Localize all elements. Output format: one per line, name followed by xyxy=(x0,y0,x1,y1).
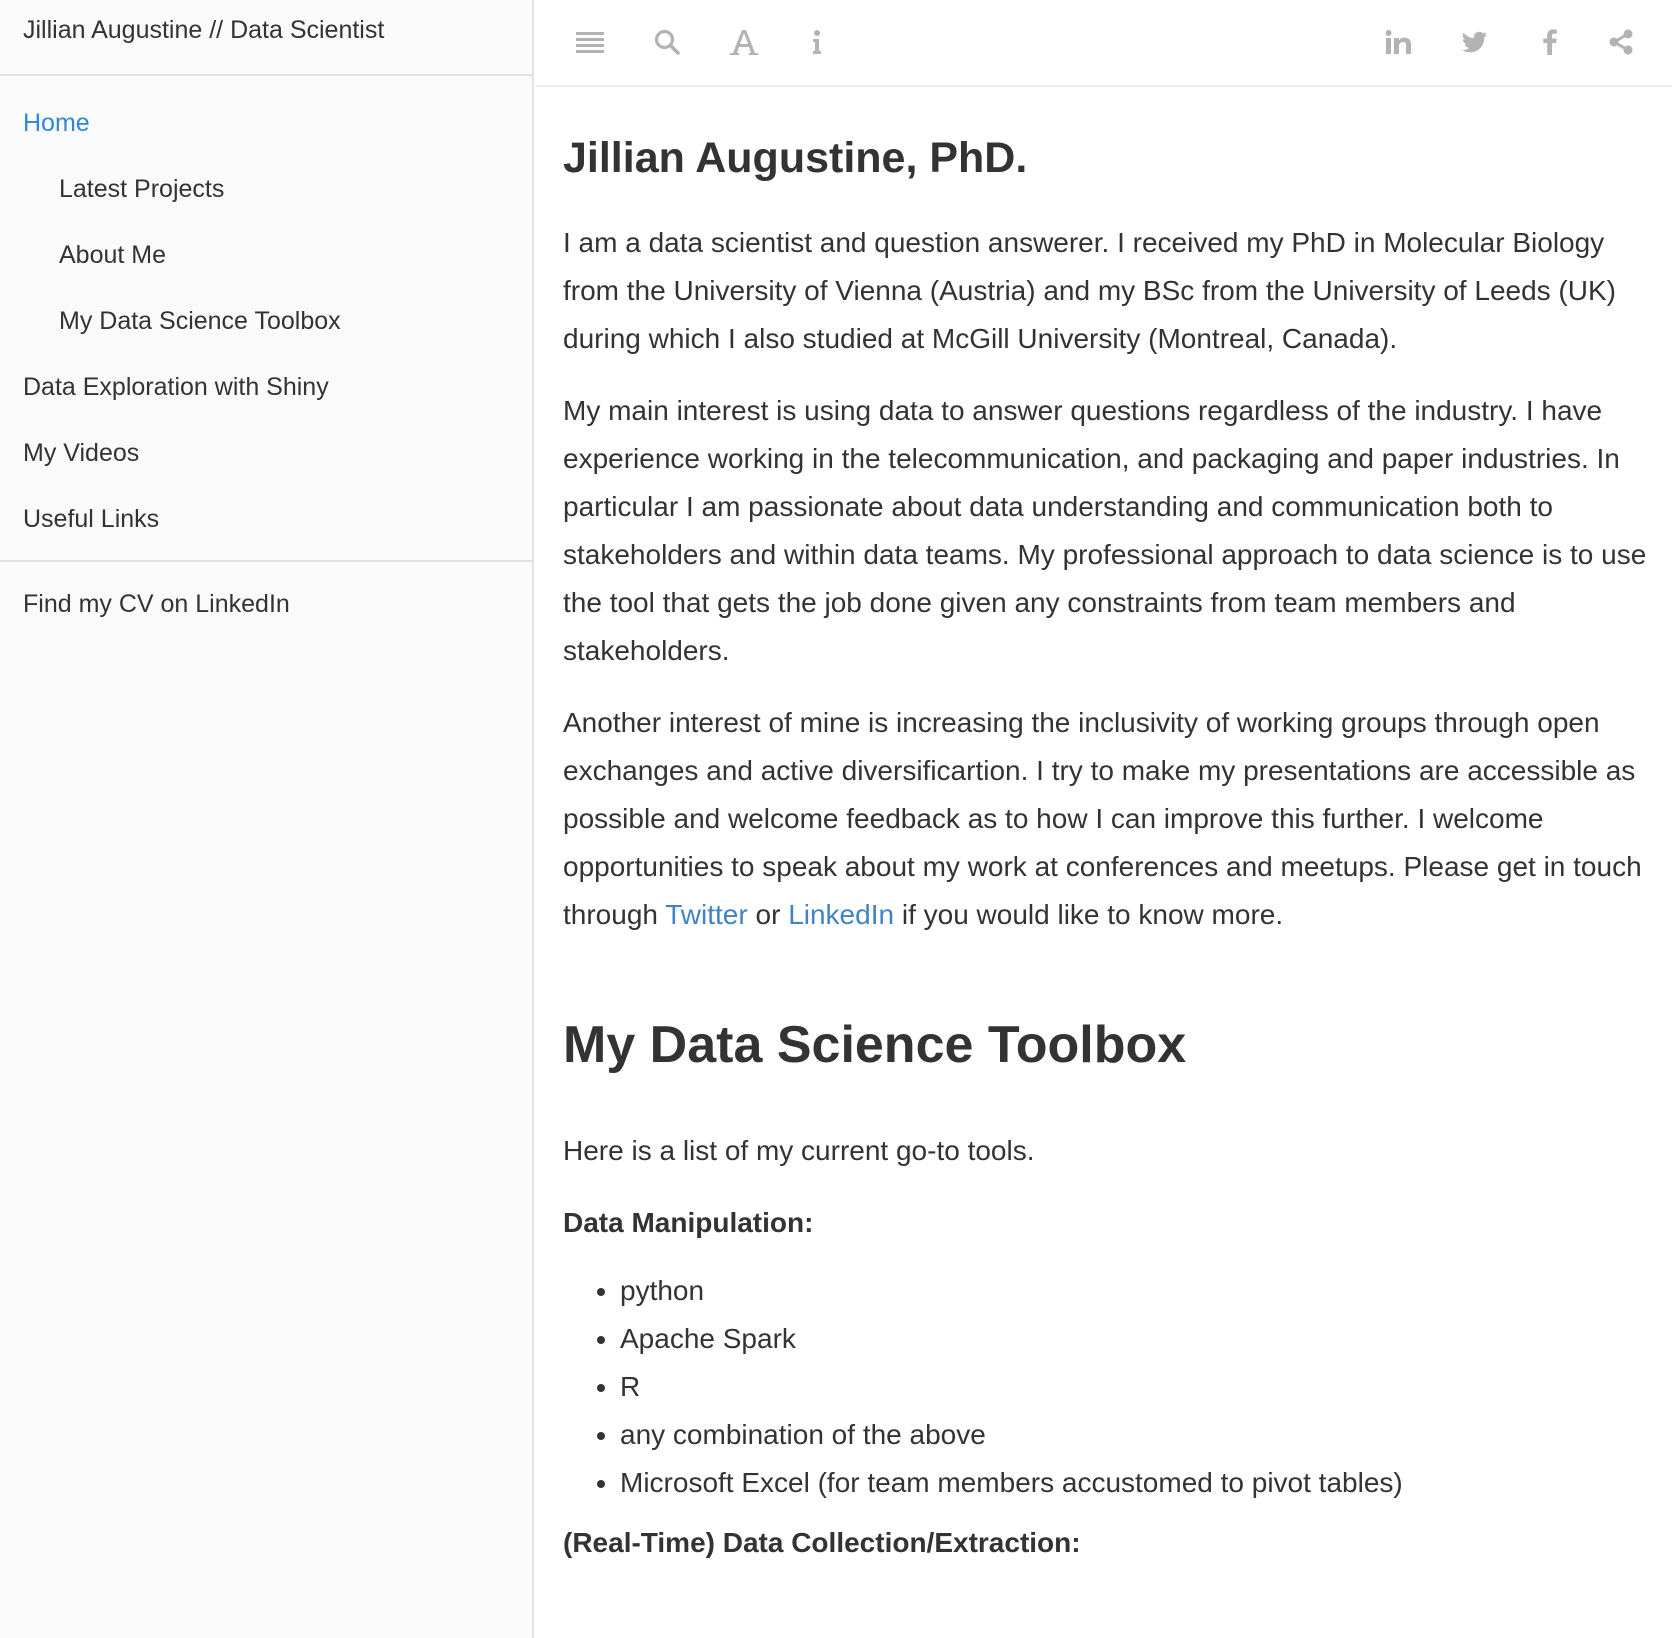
facebook-icon[interactable] xyxy=(1532,24,1568,60)
sidebar-item-videos[interactable]: My Videos xyxy=(0,420,532,486)
sidebar: Jillian Augustine // Data Scientist Home… xyxy=(0,0,534,1638)
data-manipulation-heading: Data Manipulation: xyxy=(563,1207,814,1238)
search-icon[interactable] xyxy=(649,24,685,60)
inclusivity-paragraph: Another interest of mine is increasing t… xyxy=(563,699,1653,939)
info-icon[interactable] xyxy=(799,24,835,60)
data-collection-heading: (Real-Time) Data Collection/Extraction: xyxy=(563,1527,1081,1558)
menu-icon[interactable] xyxy=(572,24,608,60)
interest-paragraph: My main interest is using data to answer… xyxy=(563,395,1647,666)
cv-linkedin-link[interactable]: Find my CV on LinkedIn xyxy=(0,562,532,619)
linkedin-icon[interactable] xyxy=(1381,24,1417,60)
main-content: Jillian Augustine, PhD. I am a data scie… xyxy=(563,87,1653,1567)
list-item: python xyxy=(620,1267,1653,1315)
sidebar-item-home[interactable]: Home xyxy=(0,90,532,156)
list-item: Microsoft Excel (for team members accust… xyxy=(620,1459,1653,1507)
closing-text: if you would like to know more. xyxy=(894,899,1284,930)
inclusivity-text: Another interest of mine is increasing t… xyxy=(563,707,1642,930)
toolbox-intro: Here is a list of my current go-to tools… xyxy=(563,1135,1035,1166)
sidebar-item-useful-links[interactable]: Useful Links xyxy=(0,486,532,552)
list-item: R xyxy=(620,1363,1653,1411)
list-item: any combination of the above xyxy=(620,1411,1653,1459)
sidebar-item-latest-projects[interactable]: Latest Projects xyxy=(0,156,532,222)
page-title: Jillian Augustine, PhD. xyxy=(563,134,1028,182)
sidebar-item-toolbox[interactable]: My Data Science Toolbox xyxy=(0,288,532,354)
twitter-icon[interactable] xyxy=(1457,24,1493,60)
intro-paragraph: I am a data scientist and question answe… xyxy=(563,227,1616,354)
sidebar-item-shiny[interactable]: Data Exploration with Shiny xyxy=(0,354,532,420)
site-title[interactable]: Jillian Augustine // Data Scientist xyxy=(0,0,532,76)
share-icon[interactable] xyxy=(1603,24,1639,60)
sidebar-item-about-me[interactable]: About Me xyxy=(0,222,532,288)
or-text: or xyxy=(747,899,789,930)
sidebar-nav: Home Latest Projects About Me My Data Sc… xyxy=(0,76,532,552)
linkedin-link[interactable]: LinkedIn xyxy=(788,899,894,930)
data-manipulation-list: python Apache Spark R any combination of… xyxy=(563,1267,1653,1507)
top-toolbar xyxy=(535,0,1672,87)
toolbox-heading: My Data Science Toolbox xyxy=(563,1016,1187,1074)
twitter-link[interactable]: Twitter xyxy=(665,899,747,930)
list-item: Apache Spark xyxy=(620,1315,1653,1363)
font-icon[interactable] xyxy=(726,24,762,60)
